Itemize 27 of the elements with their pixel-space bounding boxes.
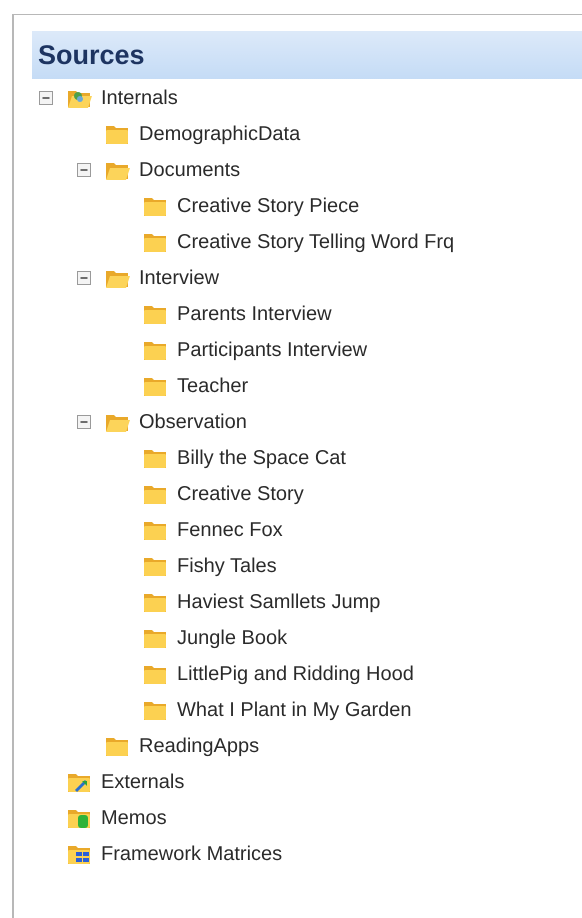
tree-item[interactable]: Memos: [101, 803, 167, 833]
tree-item[interactable]: Documents: [139, 155, 240, 185]
tree-item[interactable]: Creative Story: [177, 479, 304, 509]
tree-item[interactable]: Teacher: [177, 371, 248, 401]
tree-item[interactable]: LittlePig and Ridding Hood: [177, 659, 414, 689]
collapse-icon[interactable]: [39, 91, 53, 105]
tree-item[interactable]: Parents Interview: [177, 299, 332, 329]
collapse-icon[interactable]: [77, 415, 91, 429]
tree-item[interactable]: ReadingApps: [139, 731, 260, 761]
tree-item[interactable]: Creative Story Piece: [177, 191, 360, 221]
tree-item[interactable]: DemographicData: [139, 119, 300, 149]
tree-item[interactable]: Externals: [101, 767, 184, 797]
collapse-icon[interactable]: [77, 163, 91, 177]
tree-item[interactable]: Framework Matrices: [101, 839, 282, 869]
tree-item[interactable]: Haviest Samllets Jump: [177, 587, 380, 617]
tree-item[interactable]: Jungle Book: [177, 623, 288, 653]
collapse-icon[interactable]: [77, 271, 91, 285]
tree-item[interactable]: Billy the Space Cat: [177, 443, 346, 473]
tree-item[interactable]: Observation: [139, 407, 247, 437]
tree-item[interactable]: Interview: [139, 263, 220, 293]
tree-item[interactable]: Internals: [101, 83, 178, 113]
tree-item[interactable]: Fishy Tales: [177, 551, 277, 581]
tree-item[interactable]: What I Plant in My Garden: [177, 695, 412, 725]
tree-item[interactable]: Fennec Fox: [177, 515, 283, 545]
tree-item[interactable]: Participants Interview: [177, 335, 368, 365]
panel-title: Sources: [38, 38, 145, 72]
tree-item[interactable]: Creative Story Telling Word Frq: [177, 227, 454, 257]
